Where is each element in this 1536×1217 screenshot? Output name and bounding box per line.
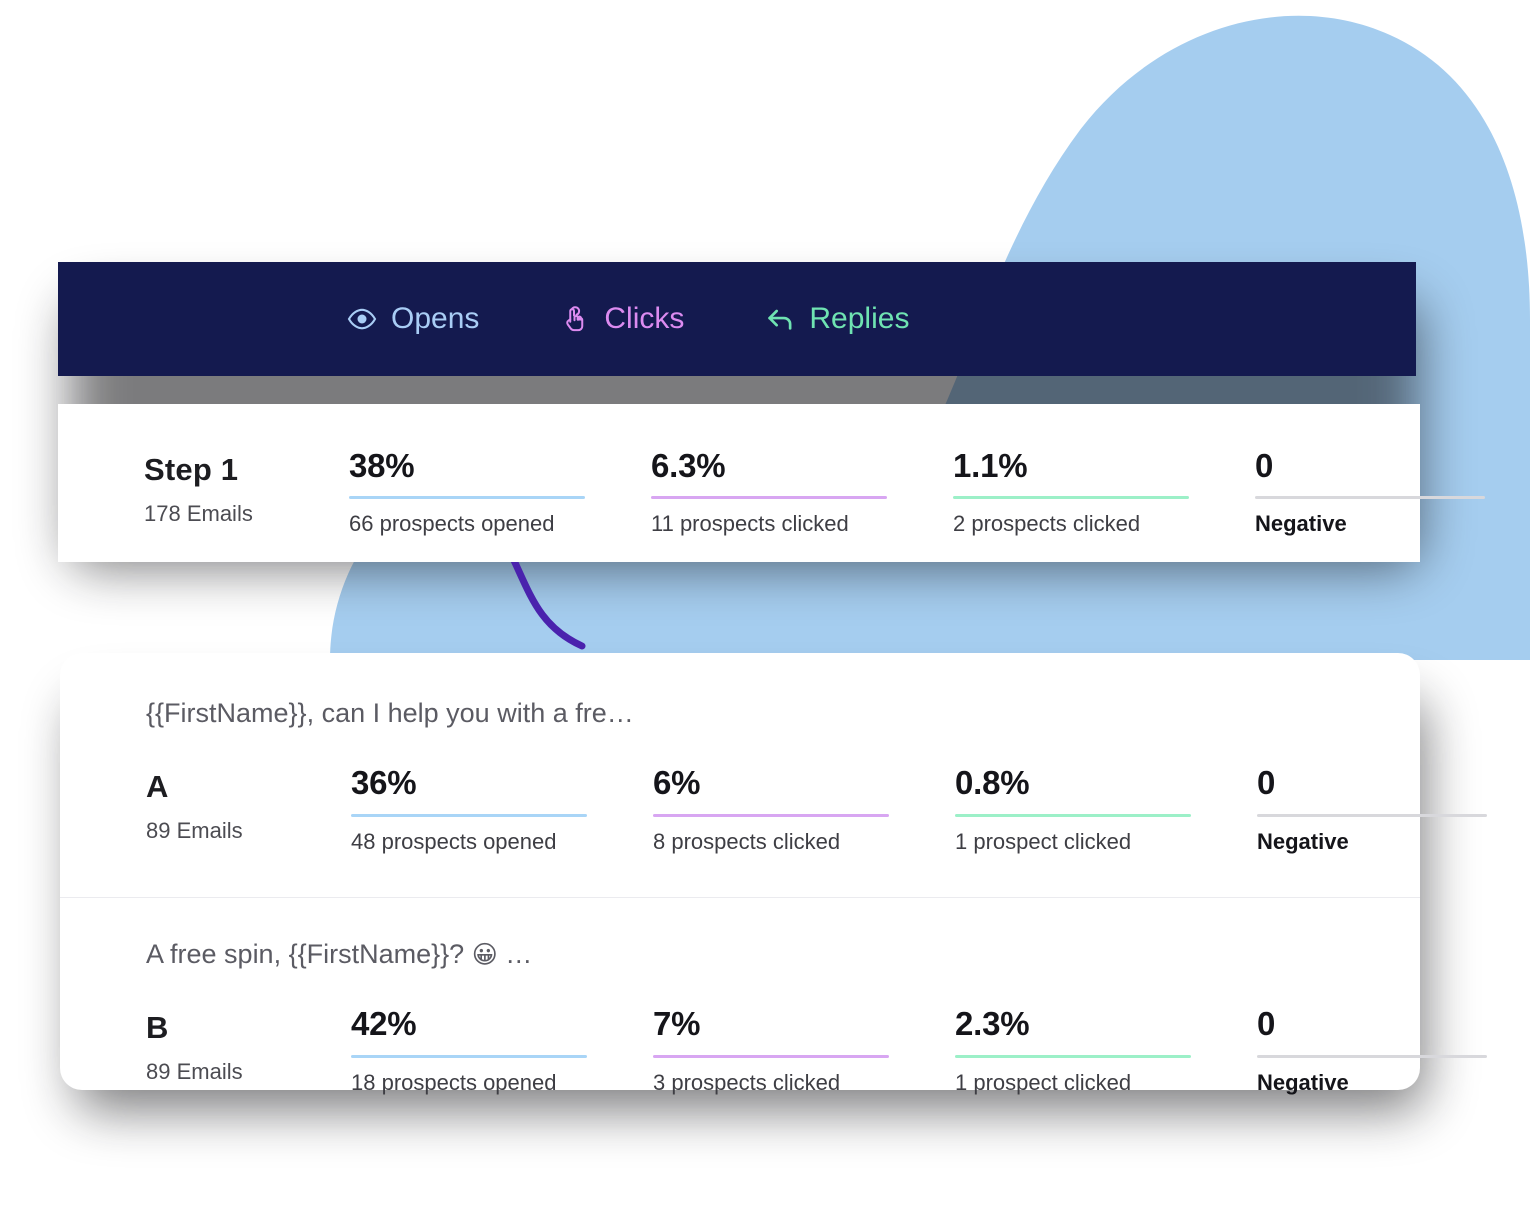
variant-b-subject: A free spin, {{FirstName}}? 😀 … xyxy=(60,938,1420,970)
variant-a-metric-row: A 89 Emails 36% 48 prospects opened 6% 8… xyxy=(60,765,1487,855)
metric-bar-opens xyxy=(351,1054,587,1058)
metric-bar-clicks xyxy=(653,1054,889,1058)
variant-a-metric-opens: 36% 48 prospects opened xyxy=(351,765,653,855)
variant-a-metric-replies: 0.8% 1 prospect clicked xyxy=(955,765,1257,855)
step-metric-negative: 0 Negative xyxy=(1255,447,1485,538)
step-metric-row: Step 1 178 Emails 38% 66 prospects opene… xyxy=(58,447,1485,538)
variant-a-subject: {{FirstName}}, can I help you with a fre… xyxy=(146,698,634,728)
step-metric-clicks: 6.3% 11 prospects clicked xyxy=(651,447,953,538)
metric-value: 36% xyxy=(351,764,417,802)
metric-sub: 66 prospects opened xyxy=(349,511,555,537)
variant-b-label: B 89 Emails xyxy=(146,1006,351,1084)
variants-card: {{FirstName}}, can I help you with a fre… xyxy=(60,653,1487,1095)
metric-bar-opens xyxy=(351,813,587,817)
variant-name: A xyxy=(146,769,169,805)
metric-sub: 8 prospects clicked xyxy=(653,828,841,854)
metric-sub: 3 prospects clicked xyxy=(653,1069,841,1095)
legend-item-opens[interactable]: Opens xyxy=(346,303,479,335)
variant-a-metric-clicks: 6% 8 prospects clicked xyxy=(653,765,955,855)
metric-value: 1.1% xyxy=(953,447,1028,484)
variant-b-metric-row: B 89 Emails 42% 18 prospects opened 7% 3… xyxy=(60,1006,1487,1096)
variant-b-subject-suffix: … xyxy=(497,939,533,970)
legend-label-clicks: Clicks xyxy=(604,302,685,335)
metric-bar-negative xyxy=(1257,1054,1487,1058)
metric-bar-negative xyxy=(1255,496,1485,500)
variant-b-metric-negative: 0 Negative xyxy=(1257,1006,1487,1096)
legend-label-replies: Replies xyxy=(809,302,910,335)
metric-value: 2.3% xyxy=(955,1005,1030,1043)
metric-value: 6% xyxy=(653,764,701,802)
variant-b-metric-clicks: 7% 3 prospects clicked xyxy=(653,1006,955,1096)
hand-tap-icon xyxy=(559,303,591,335)
step-label: Step 1 178 Emails xyxy=(144,448,349,526)
eye-icon xyxy=(346,303,378,335)
legend: Opens Clicks Replies xyxy=(346,303,909,335)
metric-bar-opens xyxy=(349,496,585,500)
campaign-analytics-widget: Opens Clicks Replies Step 1 178 Emails 3… xyxy=(0,0,1536,1217)
variant-b-metric-replies: 2.3% 1 prospect clicked xyxy=(955,1006,1257,1096)
legend-header-bar: Opens Clicks Replies xyxy=(58,262,1416,376)
variant-name: B xyxy=(146,1010,169,1046)
metric-value: 0 xyxy=(1257,1005,1276,1043)
step-summary-card: Step 1 178 Emails 38% 66 prospects opene… xyxy=(58,404,1485,562)
metric-sub: 48 prospects opened xyxy=(351,828,557,854)
step-metric-replies: 1.1% 2 prospects clicked xyxy=(953,447,1255,538)
metric-bar-clicks xyxy=(651,496,887,500)
metric-sub: 1 prospect clicked xyxy=(955,828,1132,854)
metric-sub: 1 prospect clicked xyxy=(955,1069,1132,1095)
metric-value: 6.3% xyxy=(651,447,726,484)
metric-bar-replies xyxy=(955,1054,1191,1058)
metric-sub: 2 prospects clicked xyxy=(953,511,1141,537)
metric-value: 42% xyxy=(351,1005,417,1043)
metric-value: 38% xyxy=(349,447,415,484)
step-metric-opens: 38% 66 prospects opened xyxy=(349,447,651,538)
metric-value: 0.8% xyxy=(955,764,1030,802)
step-name: Step 1 xyxy=(144,452,239,487)
variant-b-subject-prefix: A free spin, {{FirstName}}? xyxy=(146,939,472,970)
metric-sub: 18 prospects opened xyxy=(351,1069,557,1095)
metric-bar-replies xyxy=(953,496,1189,500)
grinning-face-emoji: 😀 xyxy=(471,941,498,970)
metric-value: 0 xyxy=(1257,764,1276,802)
metric-sub: Negative xyxy=(1257,828,1349,854)
variant-email-count: 89 Emails xyxy=(146,1059,243,1085)
legend-item-replies[interactable]: Replies xyxy=(764,303,909,335)
reply-arrow-icon xyxy=(764,303,796,335)
metric-sub: 11 prospects clicked xyxy=(651,511,849,537)
metric-bar-clicks xyxy=(653,813,889,817)
metric-value: 0 xyxy=(1255,447,1274,484)
variant-a-metric-negative: 0 Negative xyxy=(1257,765,1487,855)
variant-email-count: 89 Emails xyxy=(146,818,243,844)
metric-bar-replies xyxy=(955,813,1191,817)
legend-label-opens: Opens xyxy=(391,302,480,335)
variant-a-block: {{FirstName}}, can I help you with a fre… xyxy=(60,653,1487,855)
metric-value: 7% xyxy=(653,1005,701,1043)
metric-sub: Negative xyxy=(1255,511,1347,537)
metric-bar-negative xyxy=(1257,813,1487,817)
variant-b-metric-opens: 42% 18 prospects opened xyxy=(351,1006,653,1096)
legend-item-clicks[interactable]: Clicks xyxy=(559,303,684,335)
step-email-count: 178 Emails xyxy=(144,500,253,526)
variant-b-block: A free spin, {{FirstName}}? 😀 … B 89 Ema… xyxy=(60,898,1487,1096)
metric-sub: Negative xyxy=(1257,1069,1349,1095)
variant-a-label: A 89 Emails xyxy=(146,765,351,843)
